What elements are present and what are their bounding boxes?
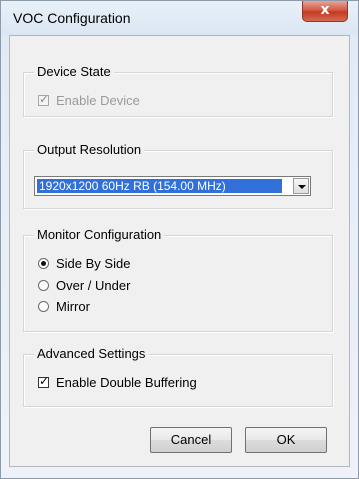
radio-side-by-side[interactable] bbox=[38, 258, 49, 269]
output-resolution-legend: Output Resolution bbox=[34, 142, 145, 158]
advanced-settings-legend: Advanced Settings bbox=[34, 346, 149, 362]
monitor-configuration-group: Monitor Configuration Side By Side Over … bbox=[23, 227, 333, 332]
radio-mirror[interactable] bbox=[38, 301, 49, 312]
check-icon: ✓ bbox=[39, 374, 50, 388]
title-bar: VOC Configuration x bbox=[1, 1, 358, 35]
dialog-client-area: Device State ✓ Enable Device Output Reso… bbox=[9, 35, 350, 467]
double-buffering-label: Enable Double Buffering bbox=[56, 375, 197, 390]
resolution-select[interactable]: 1920x1200 60Hz RB (154.00 MHz) bbox=[34, 176, 311, 196]
device-state-group: Device State ✓ Enable Device bbox=[23, 64, 333, 117]
resolution-selected-value: 1920x1200 60Hz RB (154.00 MHz) bbox=[37, 179, 282, 193]
radio-mirror-label: Mirror bbox=[56, 299, 90, 314]
cancel-button[interactable]: Cancel bbox=[150, 427, 232, 453]
radio-over-under-row[interactable]: Over / Under bbox=[38, 278, 130, 293]
close-button[interactable]: x bbox=[302, 1, 348, 22]
device-state-legend: Device State bbox=[34, 64, 114, 80]
enable-device-label: Enable Device bbox=[56, 93, 140, 108]
enable-device-checkbox[interactable]: ✓ bbox=[38, 92, 50, 106]
enable-device-row: ✓ Enable Device bbox=[38, 92, 140, 108]
radio-mirror-row[interactable]: Mirror bbox=[38, 299, 90, 314]
chevron-down-icon[interactable] bbox=[293, 178, 309, 194]
radio-side-by-side-row[interactable]: Side By Side bbox=[38, 256, 130, 271]
check-icon: ✓ bbox=[39, 92, 50, 106]
close-icon: x bbox=[320, 2, 330, 18]
window-title: VOC Configuration bbox=[13, 10, 131, 26]
output-resolution-group: Output Resolution 1920x1200 60Hz RB (154… bbox=[23, 142, 333, 209]
double-buffering-checkbox[interactable]: ✓ bbox=[38, 374, 50, 388]
advanced-settings-group: Advanced Settings ✓ Enable Double Buffer… bbox=[23, 346, 333, 407]
double-buffering-row[interactable]: ✓ Enable Double Buffering bbox=[38, 374, 197, 390]
radio-over-under[interactable] bbox=[38, 280, 49, 291]
radio-side-by-side-label: Side By Side bbox=[56, 256, 131, 271]
radio-over-under-label: Over / Under bbox=[56, 278, 131, 293]
voc-configuration-dialog: VOC Configuration x Device State ✓ Enabl… bbox=[0, 0, 359, 479]
monitor-configuration-legend: Monitor Configuration bbox=[34, 227, 165, 243]
ok-button[interactable]: OK bbox=[245, 427, 327, 453]
